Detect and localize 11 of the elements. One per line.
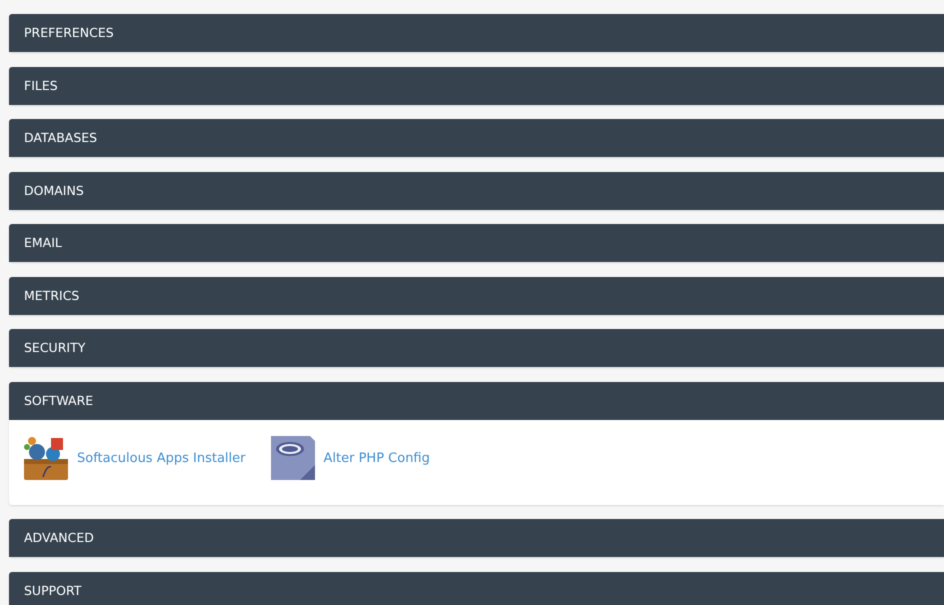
section-header[interactable]: PREFERENCES — [9, 14, 944, 52]
toolbox-icon — [23, 435, 69, 481]
section-header[interactable]: SECURITY — [9, 329, 944, 367]
section-header[interactable]: DOMAINS — [9, 172, 944, 210]
section-header[interactable]: EMAIL — [9, 224, 944, 262]
section-header[interactable]: DATABASES — [9, 119, 944, 157]
section-header[interactable]: METRICS — [9, 276, 944, 314]
section-header[interactable]: SOFTWARE — [9, 382, 944, 420]
section-header[interactable]: FILES — [9, 66, 944, 104]
section-header[interactable]: SUPPORT — [9, 572, 944, 605]
section-header[interactable]: ADVANCED — [9, 519, 944, 557]
